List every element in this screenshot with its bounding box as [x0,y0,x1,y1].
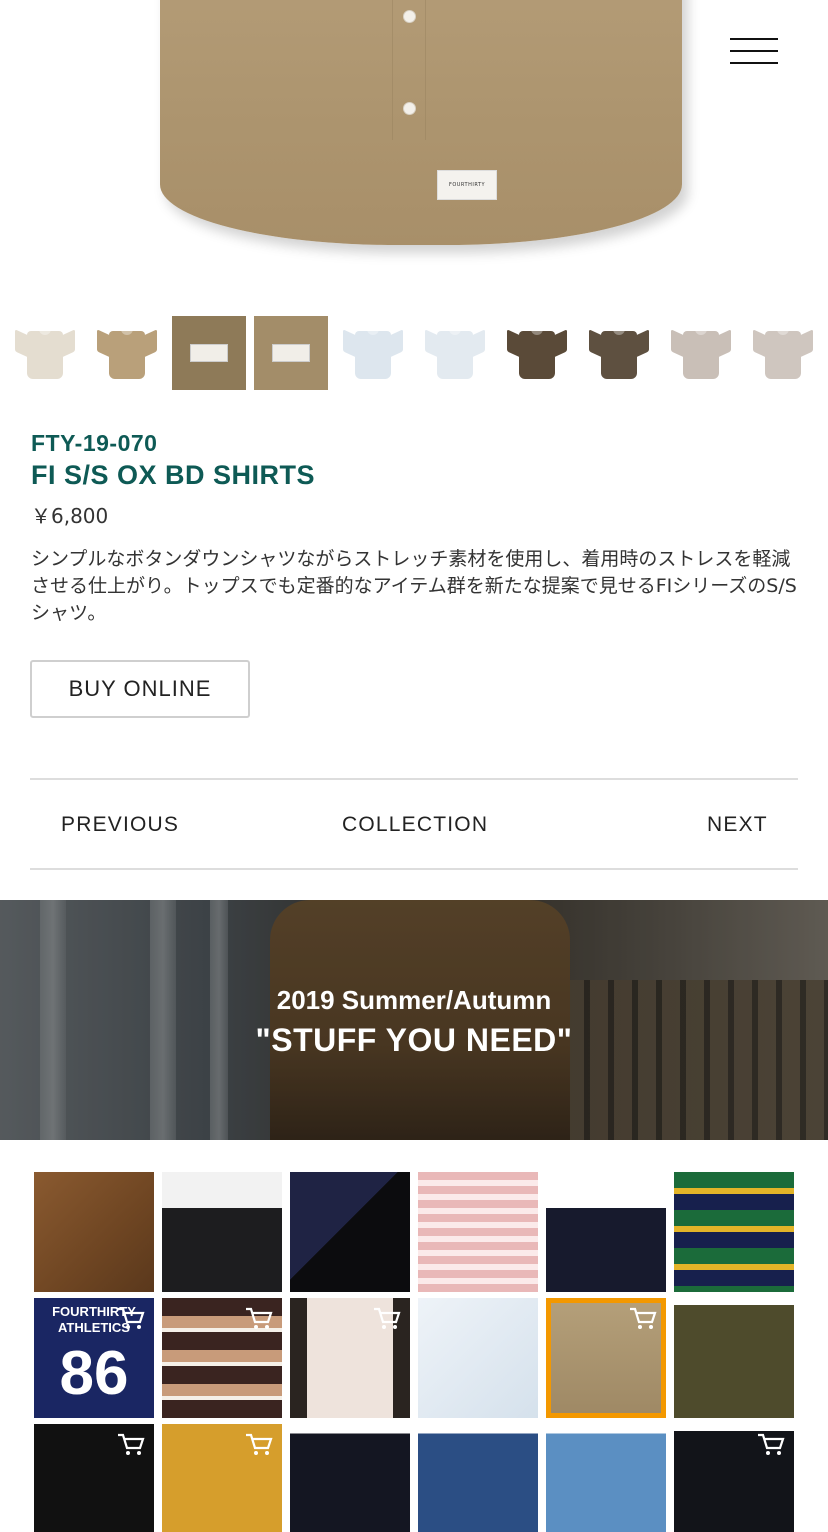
grid-item[interactable] [418,1172,538,1292]
print-number: 86 [59,1339,129,1408]
thumbnail[interactable] [172,316,246,390]
buy-online-button[interactable]: BUY ONLINE [30,660,250,718]
product-code: FTY-19-070 [31,430,158,456]
grid-item[interactable] [290,1298,410,1418]
thumbnail[interactable] [500,316,574,390]
collection-link[interactable]: COLLECTION [342,813,488,837]
next-link[interactable]: NEXT [707,813,768,837]
grid-item[interactable] [290,1172,410,1292]
product-description: シンプルなボタンダウンシャツながらストレッチ素材を使用し、着用時のストレスを軽減… [31,548,797,624]
grid-item[interactable] [162,1424,282,1532]
product-main-image: FOURTHIRTY [0,0,828,300]
banner-season: 2019 Summer/Autumn [276,985,552,1015]
thumbnail-image [15,325,75,381]
thumbnail-strip [0,316,828,390]
thumbnail-image [190,344,228,362]
thumbnail[interactable] [90,316,164,390]
menu-icon-bar [730,50,778,52]
previous-link[interactable]: PREVIOUS [61,813,179,837]
thumbnail[interactable] [418,316,492,390]
thumbnail[interactable] [582,316,656,390]
cart-icon[interactable] [628,1306,658,1332]
cart-icon[interactable] [244,1306,274,1332]
grid-item[interactable] [546,1172,666,1292]
grid-item[interactable] [34,1424,154,1532]
thumbnail-image [97,325,157,381]
grid-item[interactable] [674,1172,794,1292]
thumbnail[interactable] [8,316,82,390]
thumbnail-image [671,325,731,381]
thumbnail[interactable] [746,316,820,390]
menu-button[interactable] [730,38,778,64]
grid-item[interactable]: FOURTHIRTY ATHLETICS 86 [34,1298,154,1418]
grid-item[interactable] [290,1424,410,1532]
banner-overlay [0,900,828,1140]
menu-icon-bar [730,62,778,64]
banner-title: "STUFF YOU NEED" [255,1022,573,1058]
grid-item[interactable] [162,1172,282,1292]
thumbnail-image [589,325,649,381]
cart-icon[interactable] [372,1306,402,1332]
collection-banner[interactable]: 2019 Summer/Autumn "STUFF YOU NEED" [0,900,828,1140]
thumbnail[interactable] [664,316,738,390]
product-name: FI S/S OX BD SHIRTS [31,460,316,490]
cart-icon[interactable] [116,1432,146,1458]
cart-icon[interactable] [756,1432,786,1458]
menu-icon-bar [730,38,778,40]
shirt-button [403,102,416,115]
grid-item[interactable] [674,1424,794,1532]
thumbnail[interactable] [336,316,410,390]
thumbnail-image [425,325,485,381]
grid-item[interactable] [418,1424,538,1532]
cart-icon[interactable] [628,1180,658,1206]
grid-item[interactable] [546,1424,666,1532]
grid-item[interactable] [34,1172,154,1292]
product-price: ￥6,800 [31,504,109,528]
label-text: FOURTHIRTY [448,182,486,188]
shirt-button [403,10,416,23]
thumbnail-image [343,325,403,381]
grid-item[interactable] [418,1298,538,1418]
thumbnail-image [753,325,813,381]
grid-item[interactable] [162,1298,282,1418]
cart-icon[interactable] [244,1432,274,1458]
thumbnail-image [507,325,567,381]
thumbnail[interactable] [254,316,328,390]
grid-item-selected[interactable] [546,1298,666,1418]
cart-icon[interactable] [116,1306,146,1332]
pagination-nav: PREVIOUS COLLECTION NEXT [30,778,798,870]
grid-item[interactable] [674,1298,794,1418]
thumbnail-image [272,344,310,362]
shirt-label: FOURTHIRTY [437,170,497,200]
